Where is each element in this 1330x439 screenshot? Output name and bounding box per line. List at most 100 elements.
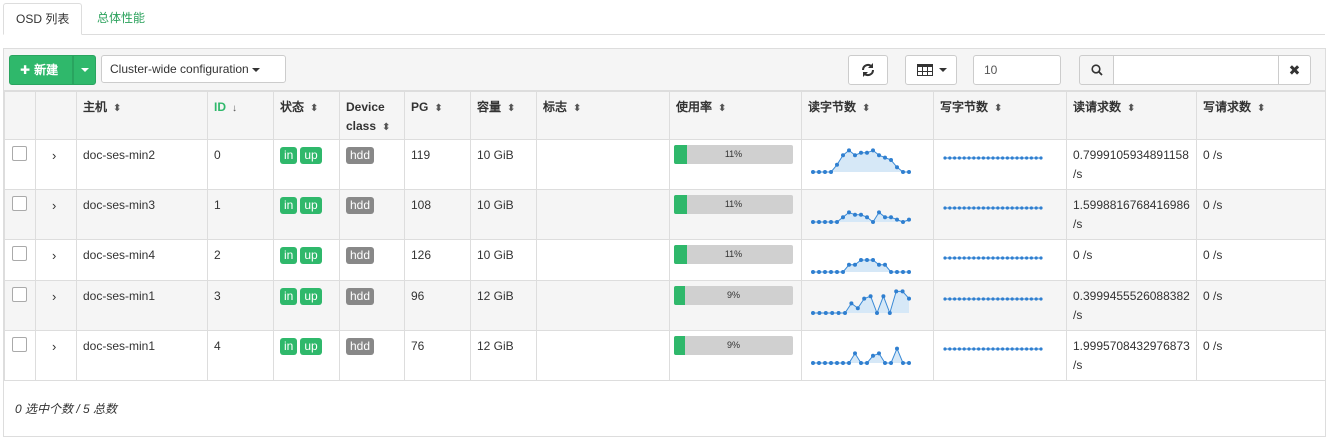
- chevron-right-icon[interactable]: ›: [36, 190, 76, 215]
- size-cell-text: 10 GiB: [477, 198, 514, 212]
- sparkline-point: [900, 289, 905, 294]
- sparkline-point: [811, 311, 815, 315]
- sparkline-point: [1020, 206, 1024, 210]
- tab-bar: OSD 列表 总体性能: [3, 0, 1325, 35]
- column-label: 写字节数: [940, 100, 989, 114]
- column-header-status[interactable]: 状态 ⬍: [273, 91, 340, 140]
- write-bytes-cell: [933, 280, 1067, 331]
- status-badge: in: [280, 338, 298, 355]
- search-input[interactable]: [1113, 55, 1279, 85]
- table-row[interactable]: › doc-ses-min2 0 in up hdd 119 10 GiB 11% 0.79991…: [4, 139, 1326, 190]
- write-bytes-sparkline: [943, 256, 1043, 260]
- chevron-right-icon[interactable]: ›: [36, 140, 76, 165]
- create-button[interactable]: ✚ 新建: [9, 55, 73, 85]
- sparkline-point: [1034, 297, 1038, 301]
- table-row[interactable]: › doc-ses-min1 4 in up hdd 76 12 GiB 9% 1.9995708…: [4, 330, 1326, 381]
- status-cell: in up: [273, 139, 340, 190]
- row-checkbox[interactable]: [12, 337, 27, 352]
- sparkline-point: [1005, 256, 1009, 260]
- osd-table-panel: ✚ 新建 Cluster-wide configuration 10 ✖ 主机 …: [3, 48, 1326, 437]
- sparkline-point: [1015, 297, 1019, 301]
- sparkline-point: [817, 270, 821, 274]
- table-row[interactable]: › doc-ses-min1 3 in up hdd 96 12 GiB 9% 0.3999455…: [4, 280, 1326, 331]
- sparkline-point: [977, 206, 981, 210]
- usage-progress-bar: 11%: [674, 195, 793, 214]
- sparkline-point: [1025, 156, 1029, 160]
- sparkline-point: [948, 297, 952, 301]
- sparkline-point: [972, 297, 976, 301]
- column-header-id[interactable]: ID ↓: [207, 91, 274, 140]
- select-cell[interactable]: [4, 239, 36, 281]
- expand-cell[interactable]: ›: [35, 189, 77, 240]
- id-cell: 1: [207, 189, 274, 240]
- tab-overall-performance[interactable]: 总体性能: [85, 3, 157, 33]
- column-header-read-ops[interactable]: 读请求数 ⬍: [1066, 91, 1197, 140]
- status-badge: in: [280, 288, 298, 305]
- chevron-right-icon[interactable]: ›: [36, 331, 76, 356]
- usage-percent-label: 11%: [724, 149, 743, 159]
- write-ops-cell: 0 /s: [1196, 139, 1326, 190]
- expand-cell[interactable]: ›: [35, 139, 77, 190]
- refresh-button[interactable]: [848, 55, 888, 85]
- select-cell[interactable]: [4, 330, 36, 381]
- column-header-usage[interactable]: 使用率 ⬍: [669, 91, 802, 140]
- sparkline-point: [853, 262, 857, 267]
- sparkline-point: [1034, 347, 1038, 351]
- column-toggle-button[interactable]: [905, 55, 957, 85]
- chevron-right-icon[interactable]: ›: [36, 240, 76, 265]
- sparkline-point: [877, 351, 881, 356]
- sparkline-point: [991, 347, 995, 351]
- expand-cell[interactable]: ›: [35, 280, 77, 331]
- sparkline-point: [811, 270, 815, 274]
- column-header-device-class[interactable]: Device class ⬍: [339, 91, 405, 140]
- row-checkbox[interactable]: [12, 146, 27, 161]
- status-cell: in up: [273, 280, 340, 331]
- column-header-flags[interactable]: 标志 ⬍: [536, 91, 670, 140]
- sort-icon: ⬍: [1257, 103, 1266, 114]
- expand-cell[interactable]: ›: [35, 239, 77, 281]
- row-checkbox[interactable]: [12, 196, 27, 211]
- clear-search-button[interactable]: ✖: [1278, 55, 1311, 85]
- host-cell-text: doc-ses-min3: [83, 198, 156, 212]
- column-header-write-bytes[interactable]: 写字节数 ⬍: [933, 91, 1067, 140]
- column-header-pg[interactable]: PG ⬍: [404, 91, 471, 140]
- cluster-config-dropdown[interactable]: Cluster-wide configuration: [101, 55, 286, 83]
- column-header-host[interactable]: 主机 ⬍: [76, 91, 208, 140]
- id-cell: 0: [207, 139, 274, 190]
- status-badge: in: [280, 147, 298, 164]
- sparkline-point: [1001, 206, 1005, 210]
- table-row[interactable]: › doc-ses-min4 2 in up hdd 126 10 GiB 11% 0 /s 0 /…: [4, 239, 1326, 281]
- select-cell[interactable]: [4, 189, 36, 240]
- column-label: 容量: [477, 100, 502, 114]
- sparkline-point: [962, 206, 966, 210]
- column-header-read-bytes[interactable]: 读字节数 ⬍: [801, 91, 934, 140]
- column-header-write-ops[interactable]: 写请求数 ⬍: [1196, 91, 1326, 140]
- read-ops-cell-text: 1.5998816768416986 /s: [1073, 198, 1190, 231]
- table-row[interactable]: › doc-ses-min3 1 in up hdd 108 10 GiB 11% 1.59988…: [4, 189, 1326, 240]
- device-class-badge: hdd: [346, 147, 375, 164]
- page-size-input[interactable]: 10: [973, 55, 1061, 85]
- read-ops-cell: 1.9995708432976873 /s: [1066, 330, 1197, 381]
- sort-icon: ⬍: [994, 103, 1003, 114]
- create-dropdown-toggle[interactable]: [73, 55, 96, 85]
- row-checkbox[interactable]: [12, 246, 27, 261]
- sparkline-point: [871, 148, 875, 153]
- pg-cell: 96: [404, 280, 471, 331]
- chevron-right-icon[interactable]: ›: [36, 281, 76, 306]
- status-cell: in up: [273, 239, 340, 281]
- sparkline-point: [986, 297, 990, 301]
- sparkline-point: [1010, 206, 1014, 210]
- flags-cell-text: [537, 190, 669, 196]
- sort-icon: ⬍: [862, 103, 871, 114]
- select-cell[interactable]: [4, 139, 36, 190]
- tab-osd-list[interactable]: OSD 列表: [3, 3, 83, 35]
- select-cell[interactable]: [4, 280, 36, 331]
- sparkline-point: [901, 361, 905, 365]
- expand-cell[interactable]: ›: [35, 330, 77, 381]
- column-header-size[interactable]: 容量 ⬍: [470, 91, 537, 140]
- row-checkbox[interactable]: [12, 287, 27, 302]
- write-ops-cell: 0 /s: [1196, 330, 1326, 381]
- device-class-cell: hdd: [339, 139, 405, 190]
- sparkline-point: [948, 156, 952, 160]
- column-header-expand: [35, 91, 77, 140]
